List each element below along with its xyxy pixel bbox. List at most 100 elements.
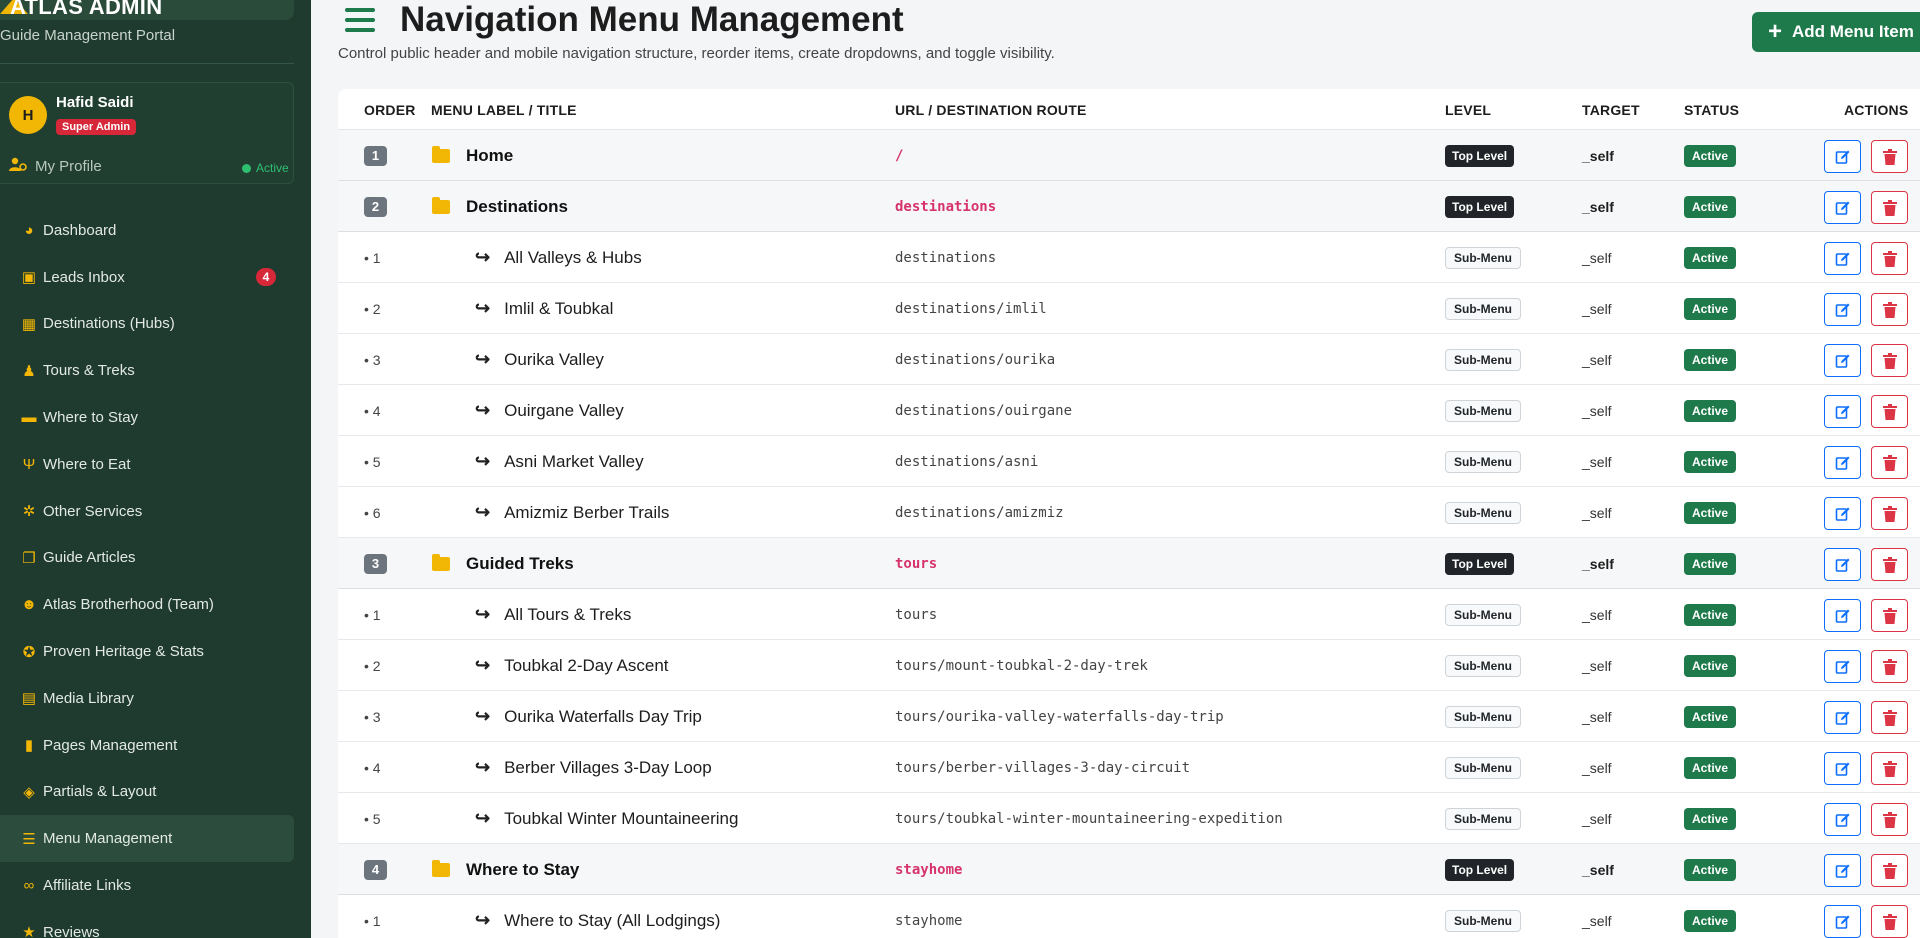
delete-button[interactable] [1871, 242, 1908, 275]
sidebar-item-heritage[interactable]: ✪ Proven Heritage & Stats [0, 628, 294, 675]
status-badge[interactable]: Active [1684, 501, 1737, 524]
sidebar-item-media-library[interactable]: ▤ Media Library [0, 675, 294, 722]
edit-button[interactable] [1824, 650, 1861, 683]
my-profile-link[interactable]: My Profile [9, 157, 102, 176]
status-badge[interactable]: Active [1684, 807, 1737, 830]
table-row[interactable]: • 3 ↪ Ourika Waterfalls Day Trip tours/ouri… [338, 691, 1920, 742]
status-badge[interactable]: Active [1684, 705, 1737, 728]
sidebar-item-label: Leads Inbox [43, 268, 125, 286]
sidebar-item-guide-articles[interactable]: ❐ Guide Articles [0, 535, 294, 582]
sidebar-item-reviews[interactable]: ★ Reviews [0, 909, 294, 938]
edit-button[interactable] [1824, 854, 1861, 887]
label-cell: Destinations [432, 181, 568, 232]
edit-button[interactable] [1824, 497, 1861, 530]
order-number: • 1 [364, 606, 381, 623]
edit-button[interactable] [1824, 446, 1861, 479]
table-row[interactable]: • 3 ↪ Ourika Valley destinations/ourika Sub-… [338, 334, 1920, 385]
sidebar-item-affiliate-links[interactable]: ∞ Affiliate Links [0, 862, 294, 909]
status-badge[interactable]: Active [1684, 195, 1737, 218]
col-order[interactable]: ORDER [364, 102, 416, 118]
edit-button[interactable] [1824, 548, 1861, 581]
col-url[interactable]: URL / DESTINATION ROUTE [895, 102, 1087, 118]
edit-button[interactable] [1824, 752, 1861, 785]
sidebar-item-other-services[interactable]: ✲ Other Services [0, 488, 294, 535]
table-row[interactable]: • 4 ↪ Ouirgane Valley destinations/ouirgane… [338, 385, 1920, 436]
level-cell: Sub-Menu [1445, 283, 1521, 334]
delete-button[interactable] [1871, 497, 1908, 530]
sidebar-item-destinations[interactable]: ▦ Destinations (Hubs) [0, 301, 294, 348]
order-badge: 3 [364, 553, 387, 574]
table-row[interactable]: • 1 ↪ All Valleys & Hubs destinations Sub-Me… [338, 232, 1920, 283]
col-status[interactable]: STATUS [1684, 102, 1739, 118]
table-row[interactable]: • 1 ↪ Where to Stay (All Lodgings) stayhome… [338, 895, 1920, 938]
delete-button[interactable] [1871, 293, 1908, 326]
sidebar-item-leads-inbox[interactable]: ▣ Leads Inbox 4 [0, 254, 294, 301]
status-badge[interactable]: Active [1684, 399, 1737, 422]
delete-button[interactable] [1871, 548, 1908, 581]
status-badge[interactable]: Active [1684, 450, 1737, 473]
table-row[interactable]: • 2 ↪ Toubkal 2-Day Ascent tours/mount-toub… [338, 640, 1920, 691]
level-cell: Sub-Menu [1445, 589, 1521, 640]
edit-button[interactable] [1824, 599, 1861, 632]
delete-button[interactable] [1871, 905, 1908, 938]
edit-button[interactable] [1824, 905, 1861, 938]
edit-button[interactable] [1824, 344, 1861, 377]
table-row[interactable]: • 4 ↪ Berber Villages 3-Day Loop tours/berb… [338, 742, 1920, 793]
delete-button[interactable] [1871, 191, 1908, 224]
table-row[interactable]: 1 Home / Top Level _self Active [338, 130, 1920, 181]
table-row[interactable]: 4 Where to Stay stayhome Top Level _self Acti… [338, 844, 1920, 895]
edit-button[interactable] [1824, 395, 1861, 428]
table-row[interactable]: • 5 ↪ Asni Market Valley destinations/asni S… [338, 436, 1920, 487]
add-menu-item-button[interactable]: + Add Menu Item [1752, 12, 1920, 52]
sidebar-item-partials[interactable]: ◈ Partials & Layout [0, 769, 294, 816]
sidebar-item-where-to-stay[interactable]: ▬ Where to Stay [0, 394, 294, 441]
delete-button[interactable] [1871, 752, 1908, 785]
delete-button[interactable] [1871, 395, 1908, 428]
trash-icon [1882, 454, 1897, 471]
delete-button[interactable] [1871, 140, 1908, 173]
status-badge[interactable]: Active [1684, 603, 1737, 626]
sidebar-item-menu-management[interactable]: ☰ Menu Management [0, 815, 294, 863]
target-cell: _self [1582, 232, 1612, 283]
delete-button[interactable] [1871, 344, 1908, 377]
sidebar-item-tours[interactable]: ♟ Tours & Treks [0, 347, 294, 394]
col-target[interactable]: TARGET [1582, 102, 1640, 118]
col-level[interactable]: LEVEL [1445, 102, 1491, 118]
edit-button[interactable] [1824, 140, 1861, 173]
level-badge: Sub-Menu [1445, 450, 1521, 473]
table-row[interactable]: • 2 ↪ Imlil & Toubkal destinations/imlil Sub… [338, 283, 1920, 334]
edit-button[interactable] [1824, 293, 1861, 326]
sidebar-item-pages[interactable]: ▮ Pages Management [0, 722, 294, 769]
status-badge[interactable]: Active [1684, 858, 1737, 881]
edit-button[interactable] [1824, 191, 1861, 224]
sidebar-item-where-to-eat[interactable]: Ψ Where to Eat [0, 441, 294, 488]
status-badge[interactable]: Active [1684, 297, 1737, 320]
sidebar-item-dashboard[interactable]: ◕ Dashboard [0, 207, 294, 254]
delete-button[interactable] [1871, 446, 1908, 479]
status-badge[interactable]: Active [1684, 246, 1737, 269]
delete-button[interactable] [1871, 650, 1908, 683]
status-badge[interactable]: Active [1684, 348, 1737, 371]
sidebar-item-team[interactable]: ☻ Atlas Brotherhood (Team) [0, 581, 294, 628]
col-label[interactable]: MENU LABEL / TITLE [431, 102, 577, 118]
table-row[interactable]: • 1 ↪ All Tours & Treks tours Sub-Menu _self A… [338, 589, 1920, 640]
status-badge[interactable]: Active [1684, 756, 1737, 779]
status-badge[interactable]: Active [1684, 144, 1737, 167]
avatar[interactable]: H [9, 96, 47, 134]
status-badge[interactable]: Active [1684, 654, 1737, 677]
delete-button[interactable] [1871, 599, 1908, 632]
status-badge[interactable]: Active [1684, 909, 1737, 932]
edit-button[interactable] [1824, 701, 1861, 734]
table-row[interactable]: 3 Guided Treks tours Top Level _self Active [338, 538, 1920, 589]
delete-button[interactable] [1871, 701, 1908, 734]
edit-button[interactable] [1824, 803, 1861, 836]
edit-button[interactable] [1824, 242, 1861, 275]
hamburger-menu-icon[interactable] [345, 8, 375, 32]
status-badge[interactable]: Active [1684, 552, 1737, 575]
table-row[interactable]: • 6 ↪ Amizmiz Berber Trails destinations/am… [338, 487, 1920, 538]
delete-button[interactable] [1871, 854, 1908, 887]
table-row[interactable]: 2 Destinations destinations Top Level _self A… [338, 181, 1920, 232]
delete-button[interactable] [1871, 803, 1908, 836]
sub-arrow-icon: ↪ [475, 604, 491, 624]
table-row[interactable]: • 5 ↪ Toubkal Winter Mountaineering tours/t… [338, 793, 1920, 844]
